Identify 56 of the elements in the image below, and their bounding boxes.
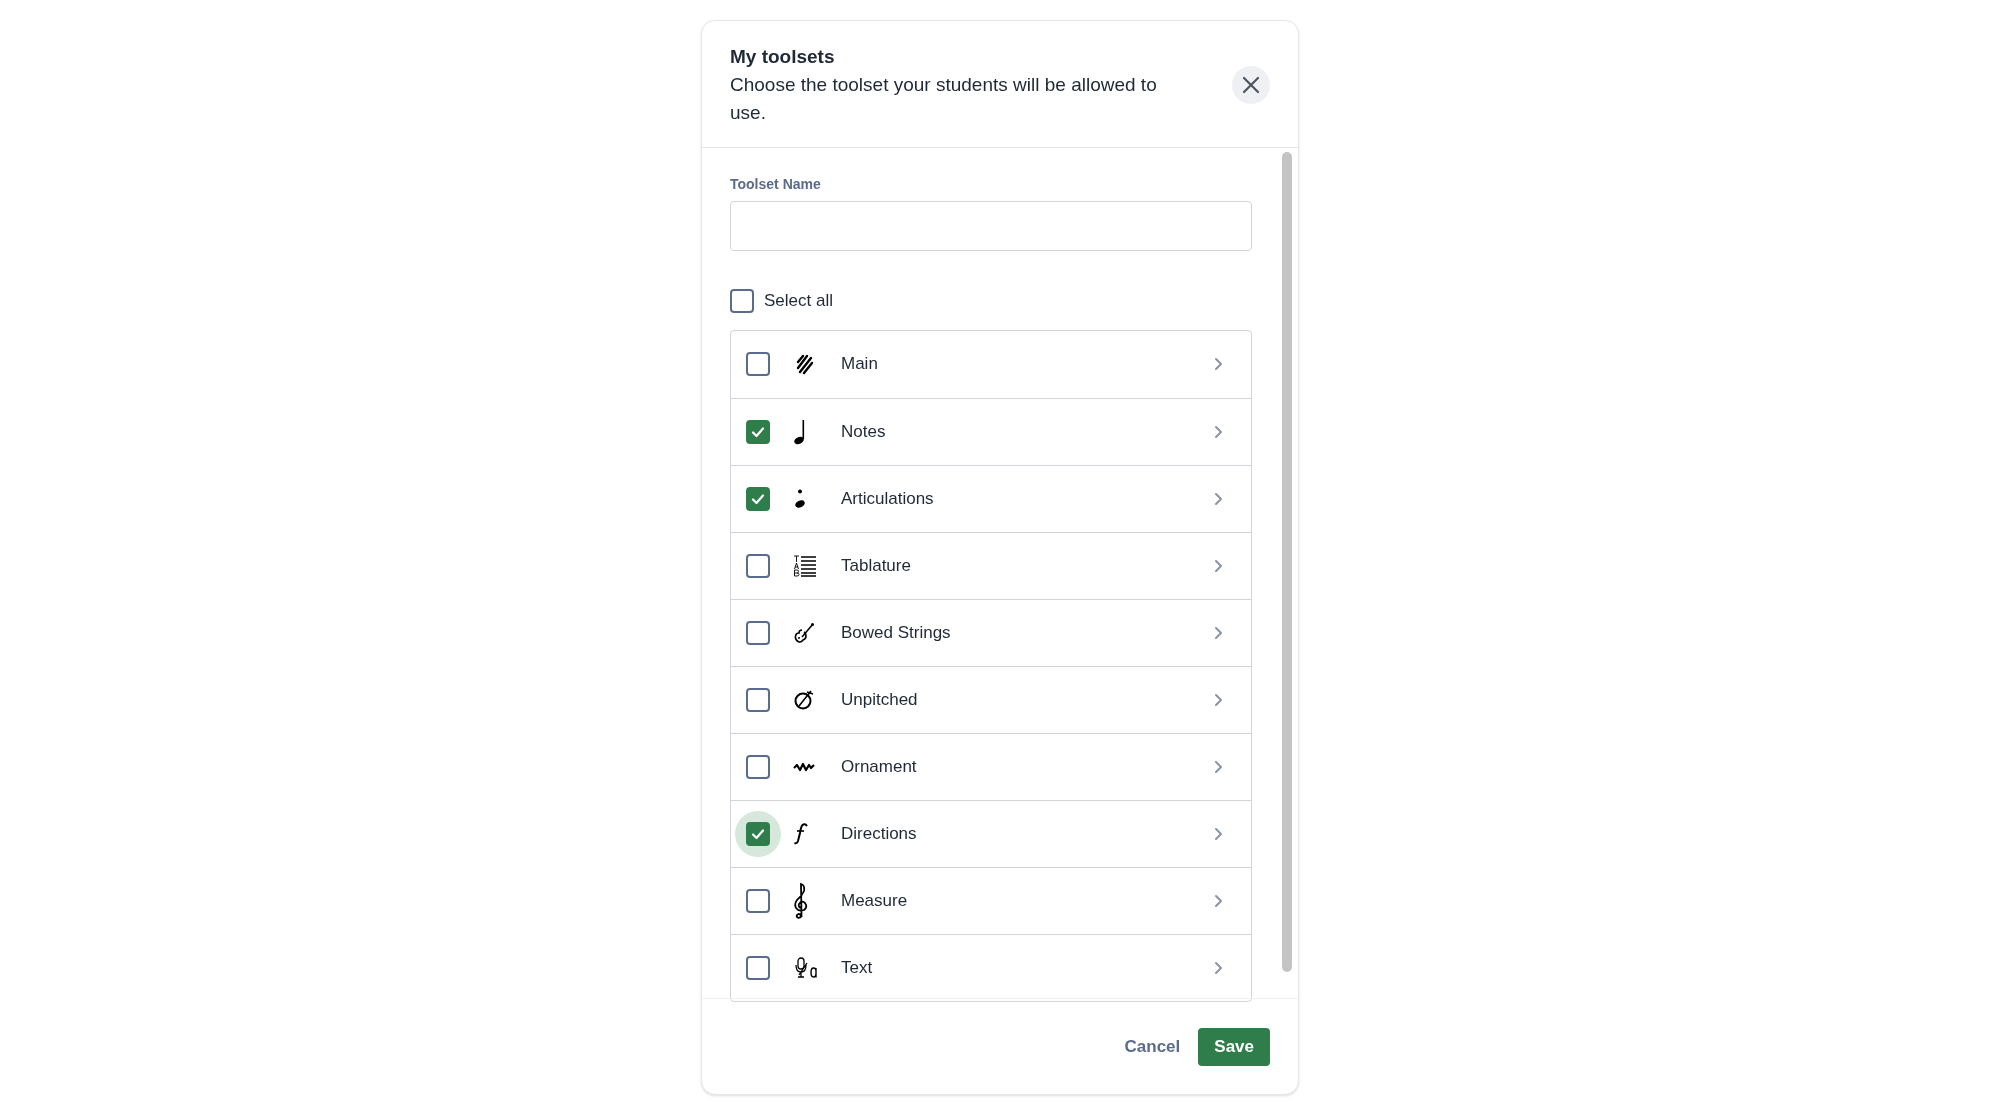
forte-icon [793,822,809,845]
chevron-right-icon [1214,424,1223,439]
toolset-row[interactable]: Main [731,330,1251,398]
toolset-label: Ornament [841,755,918,778]
toolset-label: Notes [841,420,887,443]
checkbox[interactable] [746,955,770,980]
drum-icon [793,688,815,711]
dialog-title: My toolsets [730,45,836,69]
checkbox[interactable] [746,352,770,376]
toolset-label: Articulations [841,487,935,510]
save-button[interactable]: Save [1198,1027,1270,1066]
select-all-label: Select all [764,290,833,312]
toolset-row[interactable]: Notes [731,397,1251,465]
chevron-right-icon [1214,625,1223,640]
toolset-name-field[interactable] [730,201,1252,251]
toolset-label: Bowed Strings [841,621,952,644]
toolset-row[interactable]: Directions [731,799,1251,867]
toolset-row[interactable]: Bowed Strings [731,598,1251,666]
checkbox[interactable] [746,620,770,645]
toolset-row[interactable]: Tablature [731,531,1251,599]
violin-icon [793,621,815,644]
field-label: Toolset Name [730,175,822,194]
toolset-label: Tablature [841,554,912,577]
toolset-label: Text [841,956,874,979]
checkbox[interactable] [746,888,770,913]
checkbox[interactable] [746,419,770,444]
checkbox[interactable] [746,486,770,511]
toolset-row[interactable]: Measure [731,866,1251,934]
toolset-label: Measure [841,889,909,912]
toolset-row[interactable]: Unpitched [731,665,1251,733]
checkbox[interactable] [746,687,770,712]
chevron-right-icon [1214,826,1223,841]
toolset-label: Unpitched [841,688,919,711]
toolset-row[interactable]: Ornament [731,732,1251,800]
chevron-right-icon [1214,491,1223,506]
tab-staff-icon [793,554,817,577]
chevron-right-icon [1214,558,1223,573]
chevron-right-icon [1214,692,1223,707]
chevron-right-icon [1214,893,1223,908]
close-icon [1242,76,1260,94]
staccato-note-icon [793,488,807,509]
chevron-right-icon [1214,960,1223,975]
chevron-right-icon [1214,357,1223,371]
dialog-description: Choose the toolset your students will be allowed to use. [730,73,1158,125]
checkbox[interactable] [746,553,770,578]
checkbox[interactable] [746,754,770,779]
close-button[interactable] [1232,66,1270,104]
toolset-label: Directions [841,822,918,845]
toolset-row[interactable]: Articulations [731,464,1251,532]
cancel-button[interactable]: Cancel [1120,1033,1185,1060]
toolset-row[interactable]: Text [731,933,1251,1001]
quarter-note-icon [793,418,807,445]
checkbox[interactable] [730,288,754,313]
checkbox[interactable] [746,821,770,846]
toolset-label: Main [841,353,879,376]
chevron-right-icon [1214,759,1223,774]
